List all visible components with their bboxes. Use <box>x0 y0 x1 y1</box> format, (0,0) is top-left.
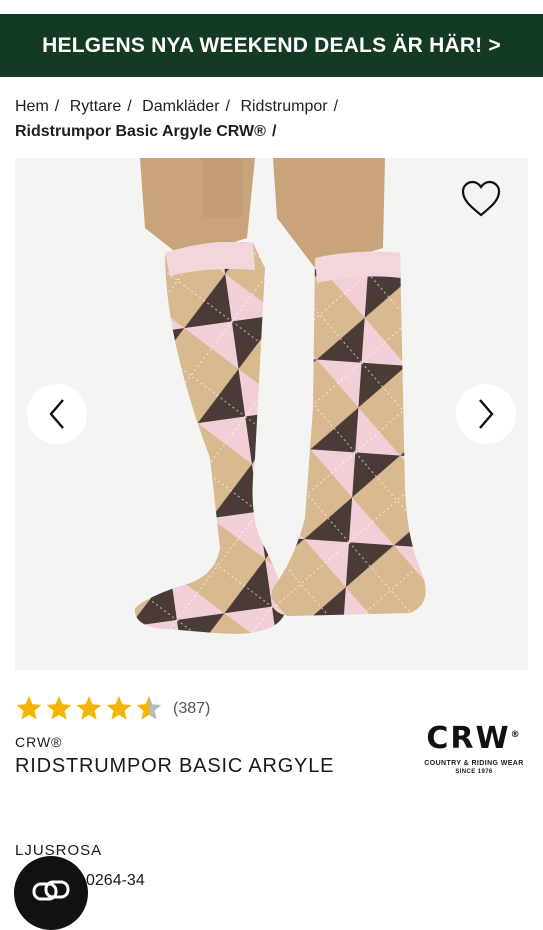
rating-stars <box>16 696 162 720</box>
breadcrumb-separator: / <box>271 123 277 140</box>
breadcrumb-separator: / <box>54 98 60 115</box>
breadcrumb-separator: / <box>225 98 230 115</box>
brand-logo[interactable]: CRW® COUNTRY & RIDING WEAR SINCE 1976 <box>424 718 524 776</box>
chat-button[interactable] <box>14 856 88 930</box>
product-rating[interactable]: (387) <box>15 695 210 723</box>
chevron-left-icon <box>49 399 64 429</box>
brand-logo-word: CRW® <box>426 721 522 756</box>
product-photo <box>15 158 528 670</box>
heart-outline-icon <box>461 180 501 217</box>
top-edge <box>0 0 543 14</box>
gallery-prev-button[interactable] <box>27 384 87 444</box>
star-icon <box>16 696 42 720</box>
breadcrumb-item-hem[interactable]: Hem <box>15 98 49 115</box>
breadcrumb-current: Ridstrumpor Basic Argyle CRW® <box>15 123 266 140</box>
star-icon <box>76 696 102 720</box>
product-sku: 0264-34 <box>86 872 145 889</box>
breadcrumb-item-damklader[interactable]: Damkläder <box>142 98 219 115</box>
breadcrumb-separator: / <box>333 98 339 115</box>
star-icon <box>46 696 72 720</box>
breadcrumb-item-ryttare[interactable]: Ryttare <box>70 98 122 115</box>
promo-banner[interactable]: HELGENS NYA WEEKEND DEALS ÄR HÄR! > <box>0 14 543 77</box>
breadcrumb-item-ridstrumpor[interactable]: Ridstrumpor <box>240 98 327 115</box>
breadcrumb-separator: / <box>127 98 132 115</box>
chat-bubbles-icon <box>32 880 70 901</box>
star-icon <box>136 696 162 720</box>
chevron-right-icon <box>479 399 494 429</box>
product-name: RIDSTRUMPOR BASIC ARGYLE <box>15 755 335 777</box>
brand-logo-tagline: COUNTRY & RIDING WEAR <box>424 760 524 767</box>
promo-banner-text: HELGENS NYA WEEKEND DEALS ÄR HÄR! > <box>42 33 501 57</box>
brand-logo-mark: ® <box>510 730 522 740</box>
product-brand[interactable]: CRW® <box>15 734 63 750</box>
brand-logo-since: SINCE 1976 <box>455 769 493 775</box>
rating-count: (387) <box>173 700 211 717</box>
breadcrumb: Hem / Ryttare / Damkläder / Ridstrumpor / Ri… <box>15 94 530 144</box>
star-icon <box>106 696 132 720</box>
gallery-next-button[interactable] <box>456 384 516 444</box>
product-image-gallery[interactable] <box>15 158 528 670</box>
favorite-button[interactable] <box>460 179 502 219</box>
